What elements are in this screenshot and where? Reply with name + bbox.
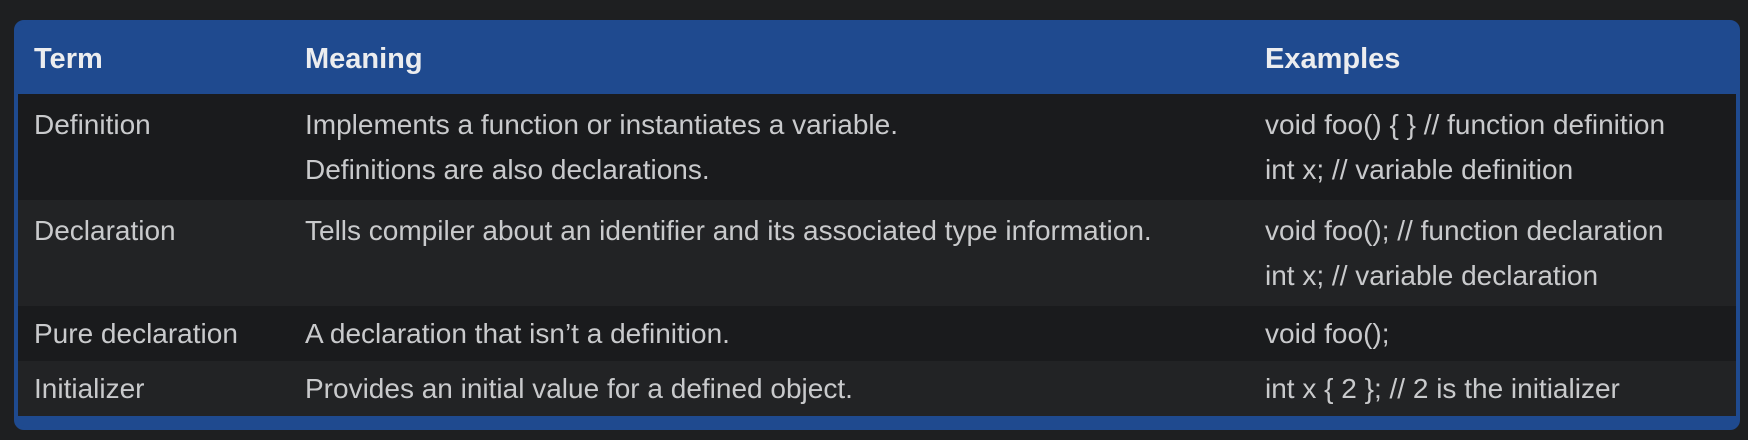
examples-cell: int x { 2 }; // 2 is the initializer <box>1249 361 1736 416</box>
example-text: void foo(); <box>1265 318 1390 349</box>
example-text: int x { 2 }; // 2 is the initializer <box>1265 373 1620 404</box>
examples-cell: void foo() { } // function definition in… <box>1249 94 1736 200</box>
table-body: Definition Implements a function or inst… <box>18 94 1736 416</box>
table-row: Pure declaration A declaration that isn’… <box>18 306 1736 361</box>
term-cell: Initializer <box>18 361 289 416</box>
table-row: Initializer Provides an initial value fo… <box>18 361 1736 416</box>
column-header-examples: Examples <box>1265 42 1401 75</box>
example-text: void foo(); // function declaration <box>1265 215 1664 246</box>
meaning-cell: Implements a function or instantiates a … <box>289 94 1249 200</box>
term-cell: Declaration <box>18 200 289 306</box>
terms-table-container: Term Meaning Examples Definition Impleme… <box>14 20 1740 430</box>
example-text: int x; // variable declaration <box>1265 260 1599 291</box>
meaning-text: Provides an initial value for a defined … <box>305 373 853 404</box>
table-row: Declaration Tells compiler about an iden… <box>18 200 1736 306</box>
term-text: Declaration <box>34 215 176 246</box>
term-text: Pure declaration <box>34 318 238 349</box>
column-header-meaning: Meaning <box>305 42 423 75</box>
meaning-text: Tells compiler about an identifier and i… <box>305 215 1152 246</box>
table-row: Definition Implements a function or inst… <box>18 94 1736 200</box>
examples-cell: void foo(); // function declaration int … <box>1249 200 1736 306</box>
header-row: Term Meaning Examples <box>18 24 1736 94</box>
meaning-text: A declaration that isn’t a definition. <box>305 318 730 349</box>
table-header: Term Meaning Examples <box>18 24 1736 94</box>
term-text: Definition <box>34 109 151 140</box>
term-text: Initializer <box>34 373 145 404</box>
column-header-term: Term <box>34 42 103 75</box>
terms-table: Term Meaning Examples Definition Impleme… <box>18 24 1736 416</box>
meaning-text: Definitions are also declarations. <box>305 154 710 185</box>
term-cell: Definition <box>18 94 289 200</box>
term-cell: Pure declaration <box>18 306 289 361</box>
examples-cell: void foo(); <box>1249 306 1736 361</box>
example-text: int x; // variable definition <box>1265 154 1574 185</box>
example-text: void foo() { } // function definition <box>1265 109 1666 140</box>
meaning-cell: A declaration that isn’t a definition. <box>289 306 1249 361</box>
meaning-cell: Tells compiler about an identifier and i… <box>289 200 1249 306</box>
meaning-cell: Provides an initial value for a defined … <box>289 361 1249 416</box>
meaning-text: Implements a function or instantiates a … <box>305 109 898 140</box>
